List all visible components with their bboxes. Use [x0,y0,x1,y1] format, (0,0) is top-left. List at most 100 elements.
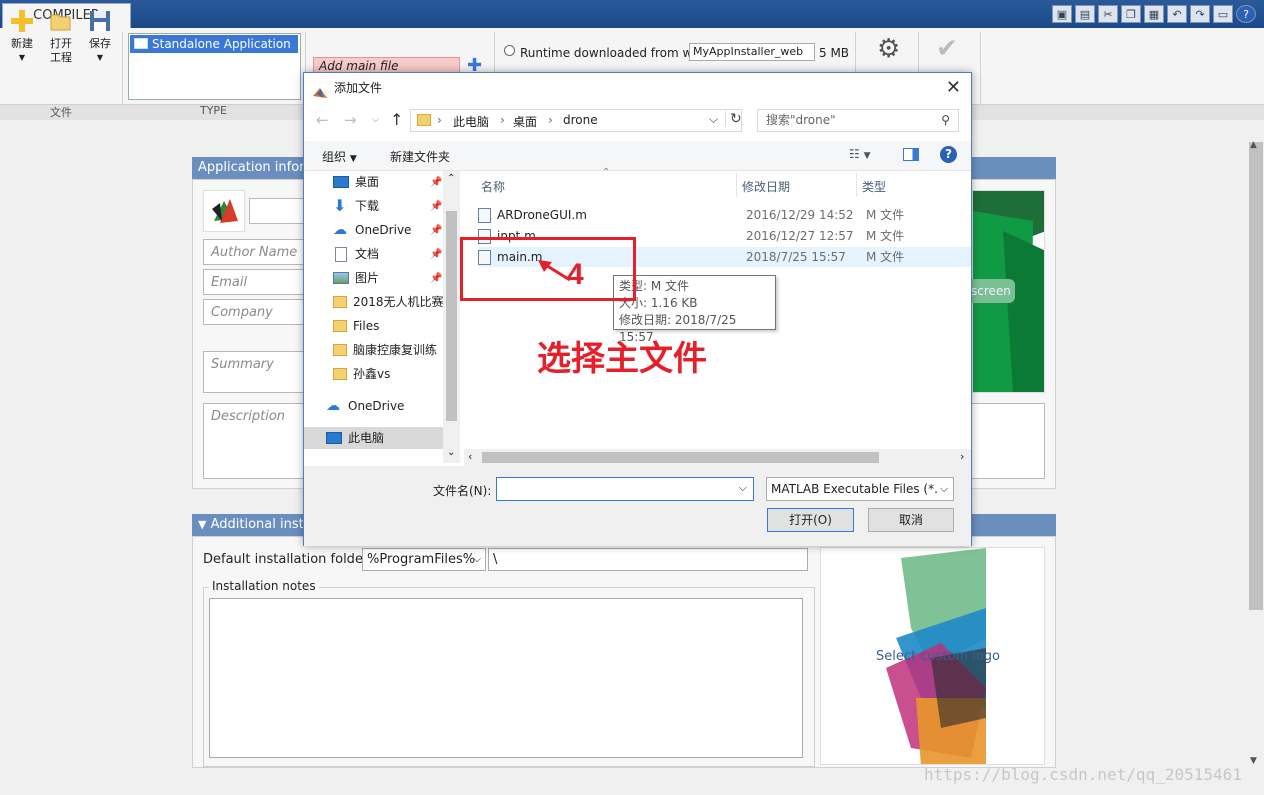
redo-icon[interactable]: ↷ [1190,5,1210,23]
description-field[interactable]: Description [203,403,309,479]
new-folder-button[interactable]: 新建文件夹 [390,148,450,165]
app-icon-picker[interactable] [203,190,245,232]
breadcrumb-drone[interactable]: drone [563,113,598,127]
settings-gear-icon[interactable]: ⚙ [877,36,900,62]
author-name-field[interactable]: Author Name [203,239,309,265]
nav-pictures[interactable]: 图片 [333,267,379,289]
chevron-down-icon: ⌵ [473,554,481,565]
pin-icon[interactable]: 📌 [430,225,442,236]
nav-onedrive[interactable]: ☁ OneDrive [326,395,404,417]
pin-icon[interactable]: 📌 [430,201,442,212]
nav-documents[interactable]: 文档 [333,243,379,265]
breadcrumb-desktop[interactable]: 桌面 [513,113,537,130]
nav-desktop[interactable]: 桌面 [333,171,379,193]
main-scroll-thumb[interactable] [1249,142,1263,610]
nav-label: 孙鑫vs [353,367,391,381]
address-bar[interactable]: › 此电脑 › 桌面 › drone ⌵ ↻ [410,109,742,132]
save-button[interactable]: 保存 ▼ [81,8,119,65]
file-type: M 文件 [866,208,905,222]
column-name-header[interactable]: 名称 [481,178,505,195]
file-row[interactable]: ARDroneGUI.m 2016/12/29 14:52 M 文件 [478,205,971,225]
column-date-header[interactable]: 修改日期 [742,178,790,195]
email-field[interactable]: Email [203,269,309,295]
scroll-right-icon[interactable]: › [960,450,964,463]
back-arrow-icon[interactable]: ← [316,111,329,129]
chevron-down-icon[interactable]: ⌵ [709,112,718,127]
folder-open-icon [48,8,74,34]
file-type-filter[interactable]: MATLAB Executable Files (*.r ⌵ [766,477,954,501]
undo-icon[interactable]: ↶ [1167,5,1187,23]
organize-menu[interactable]: 组织 ▼ [322,148,357,165]
recent-chevron-icon[interactable]: ⌵ [372,115,379,125]
floppy-icon [87,8,113,34]
help-icon[interactable]: ? [940,146,957,163]
install-folder-select[interactable]: %ProgramFiles% ⌵ [362,548,486,571]
chevron-down-icon[interactable]: ⌵ [739,481,747,495]
nav-folder-2018[interactable]: 2018无人机比赛 [333,291,444,313]
install-notes-field[interactable] [209,598,803,758]
close-icon[interactable]: ✕ [946,73,961,103]
hscroll-thumb[interactable] [482,452,879,463]
dialog-footer: 文件名(N): ⌵ MATLAB Executable Files (*.r ⌵… [304,466,971,546]
tooltip-size: 大小: 1.16 KB [619,296,698,310]
breadcrumb-this-pc[interactable]: 此电脑 [453,113,489,130]
dialog-title: 添加文件 [334,81,383,95]
company-field[interactable]: Company [203,299,309,325]
nav-onedrive-quick[interactable]: ☁ OneDrive [333,219,411,241]
nav-label: 2018无人机比赛 [353,295,444,309]
filename-input[interactable]: ⌵ [496,477,754,501]
view-options-icon[interactable]: ☷ ▼ [849,147,871,161]
app-icon [134,38,148,49]
save-icon[interactable]: ▤ [1075,5,1095,23]
open-project-button[interactable]: 打开 工程 [42,8,80,65]
file-list-hscrollbar[interactable]: ‹ › [464,449,971,466]
cut-icon[interactable]: ✂ [1098,5,1118,23]
nav-downloads[interactable]: ⬇ 下载 [333,195,379,217]
nav-this-pc[interactable]: 此电脑 [304,427,443,449]
summary-field[interactable]: Summary [203,351,309,393]
copy-icon[interactable]: ❐ [1121,5,1141,23]
nav-folder-sunxin[interactable]: 孙鑫vs [333,363,390,385]
install-subfolder-field[interactable]: \ [488,548,808,571]
nav-scroll-thumb[interactable] [446,211,457,421]
scroll-down-icon[interactable]: ▼ [1250,756,1257,766]
select-custom-logo[interactable]: Select custom logo [876,649,1000,664]
app-name-field[interactable] [249,198,309,224]
up-arrow-icon[interactable]: ↑ [390,110,403,129]
description-field-right[interactable] [965,403,1045,479]
paste-icon[interactable]: ▦ [1144,5,1164,23]
cancel-button[interactable]: 取消 [868,508,954,532]
runtime-web-radio[interactable] [504,45,515,56]
quick-access-toolbar: ▣ ▤ ✂ ❐ ▦ ↶ ↷ ▭ ? [1052,5,1256,23]
open-button[interactable]: 打开(O) [767,508,854,532]
search-icon: ⚲ [941,113,950,127]
pin-icon[interactable]: 📌 [430,249,442,260]
new-button[interactable]: 新建 ▼ [3,8,41,65]
undock-icon[interactable]: ▣ [1052,5,1072,23]
chevron-down-icon: ▼ [349,154,357,164]
pin-icon[interactable]: 📌 [430,177,442,188]
watermark: https://blog.csdn.net/qq_20515461 [924,765,1242,784]
search-input[interactable]: 搜索"drone" ⚲ [757,109,959,132]
scroll-down-icon[interactable]: ⌄ [447,447,455,458]
pin-icon[interactable]: 📌 [430,273,442,284]
nav-folder-rehab[interactable]: 脑康控康复训练 [333,339,437,361]
select-screenshot-button[interactable]: screen [965,279,1015,303]
scroll-up-icon[interactable]: ⌃ [447,173,455,184]
scroll-left-icon[interactable]: ‹ [468,450,472,463]
additional-install-title: Additional insta [210,517,312,532]
window-icon[interactable]: ▭ [1213,5,1233,23]
refresh-icon[interactable]: ↻ [725,111,742,127]
type-standalone-application[interactable]: Standalone Application [130,35,298,53]
nav-folder-files[interactable]: Files [333,315,379,337]
nav-scrollbar[interactable]: ⌃ ⌄ [443,171,460,463]
forward-arrow-icon[interactable]: → [344,111,357,129]
column-type-header[interactable]: 类型 [862,178,886,195]
file-type: M 文件 [866,229,905,243]
package-check-icon[interactable]: ✔ [936,36,958,62]
scroll-up-icon[interactable]: ▲ [1250,140,1257,150]
preview-pane-icon[interactable] [903,148,919,161]
search-placeholder: 搜索"drone" [766,113,836,127]
runtime-installer-name[interactable]: MyAppInstaller_web [689,43,815,61]
help-icon[interactable]: ? [1236,5,1256,23]
